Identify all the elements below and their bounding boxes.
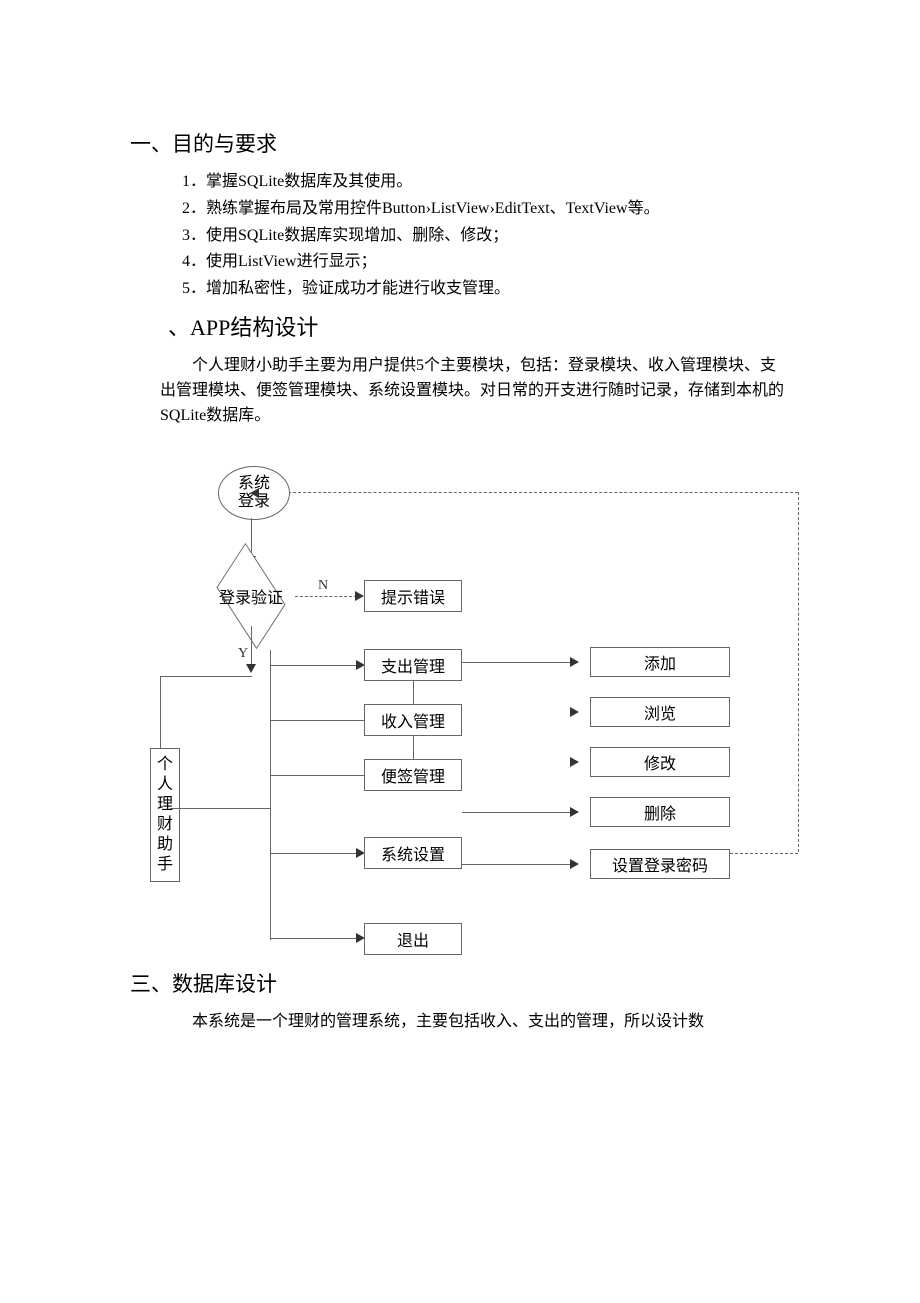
node-label: 提示错误 <box>381 584 445 608</box>
node-login-verify: 登录验证 <box>201 566 301 626</box>
list-item: 1．掌握SQLite数据库及其使用。 <box>182 170 790 195</box>
node-label: 个 <box>155 755 175 775</box>
node-label: 修改 <box>644 750 676 774</box>
label-n: N <box>318 578 328 594</box>
list-item: 3．使用SQLite数据库实现增加、删除、修改； <box>182 224 790 249</box>
node-label: 助 <box>155 835 175 855</box>
section3-heading: 三、数据库设计 <box>130 968 790 998</box>
section2-paragraph: 个人理财小助手主要为用户提供5个主要模块，包括：登录模块、收入管理模块、支出管理… <box>160 354 790 428</box>
node-exit: 退出 <box>364 923 462 955</box>
node-label: 添加 <box>644 650 676 674</box>
node-settings: 系统设置 <box>364 837 462 869</box>
node-modify: 修改 <box>590 747 730 777</box>
node-label: 系统设置 <box>381 841 445 865</box>
node-label: 删除 <box>644 800 676 824</box>
list-item: 5．增加私密性，验证成功才能进行收支管理。 <box>182 277 790 302</box>
node-label: 理 <box>155 795 175 815</box>
node-label: 便签管理 <box>381 763 445 787</box>
section2-heading: 、APP结构设计 <box>168 310 790 342</box>
node-add: 添加 <box>590 647 730 677</box>
node-set-pwd: 设置登录密码 <box>590 849 730 879</box>
node-label: 设置登录密码 <box>612 852 708 876</box>
node-delete: 删除 <box>590 797 730 827</box>
label-y: Y <box>238 646 248 662</box>
node-label: 手 <box>155 855 175 875</box>
node-label: 退出 <box>397 927 429 951</box>
node-memo: 便签管理 <box>364 759 462 791</box>
node-assistant: 个 人 理 财 助 手 <box>150 748 180 882</box>
list-item: 2．熟练掌握布局及常用控件Button›ListView›EditText、Te… <box>182 197 790 222</box>
node-label: 人 <box>155 775 175 795</box>
app-structure-diagram: 系统 登录 登录验证 N 提示错误 Y 个 人 理 财 助 手 <box>130 458 800 958</box>
node-label: 收入管理 <box>381 708 445 732</box>
section1-heading: 一、目的与要求 <box>130 128 790 158</box>
node-income: 收入管理 <box>364 704 462 736</box>
section3-paragraph: 本系统是一个理财的管理系统，主要包括收入、支出的管理，所以设计数 <box>192 1010 790 1035</box>
list-item: 4．使用ListView进行显示； <box>182 250 790 275</box>
node-error-hint: 提示错误 <box>364 580 462 612</box>
node-label: 支出管理 <box>381 653 445 677</box>
node-browse: 浏览 <box>590 697 730 727</box>
section1-list: 1．掌握SQLite数据库及其使用。 2．熟练掌握布局及常用控件Button›L… <box>182 170 790 302</box>
node-label: 登录验证 <box>219 584 283 608</box>
node-label: 财 <box>155 815 175 835</box>
node-expense: 支出管理 <box>364 649 462 681</box>
node-label: 浏览 <box>644 700 676 724</box>
